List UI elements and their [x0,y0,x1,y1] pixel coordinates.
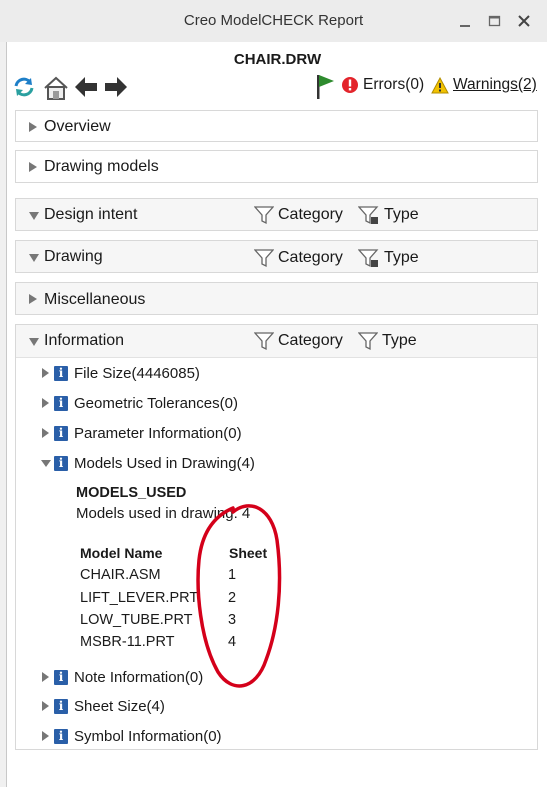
close-button[interactable] [511,8,537,34]
back-arrow-icon[interactable] [73,74,99,105]
expand-down-icon [29,338,39,346]
model-name-cell: LIFT_LEVER.PRT [80,590,199,606]
minimize-button[interactable] [452,8,478,34]
information-header[interactable]: Information Category Type [16,325,537,358]
flag-icon[interactable] [313,72,337,105]
refresh-icon[interactable] [11,74,37,105]
sheet-cell: 3 [228,612,237,628]
tree-item-label: Models Used in Drawing(4) [74,454,255,472]
design-intent-section[interactable]: Design intent Category Type [15,198,538,231]
tree-item-note-information[interactable]: i Note Information(0) [40,666,203,688]
type-filter[interactable]: Type [358,205,419,225]
models-used-title: MODELS_USED [76,485,187,501]
expand-down-icon [41,460,51,467]
sheet-cell: 1 [228,567,237,583]
report-window: CHAIR.DRW Errors(0) Warnings(2) Overview… [6,42,547,787]
tree-item-parameter-information[interactable]: i Parameter Information(0) [40,422,242,444]
expand-right-icon [29,294,37,304]
type-label: Type [384,249,419,266]
filter-type-icon [358,249,379,268]
warning-icon [431,76,449,93]
column-header-sheet: Sheet [229,545,268,561]
overview-label: Overview [44,118,111,135]
info-icon: i [54,365,68,381]
tree-item-label: Parameter Information(0) [74,424,242,442]
expand-right-icon [42,672,49,682]
error-icon [342,77,358,93]
tree-item-label: Note Information(0) [74,668,204,686]
category-label: Category [278,332,343,349]
sheet-cell: 2 [228,590,237,606]
miscellaneous-section[interactable]: Miscellaneous [15,282,538,315]
info-icon: i [54,728,68,744]
category-filter[interactable]: Category [254,248,343,268]
drawing-section[interactable]: Drawing Category Type [15,240,538,273]
window-titlebar: Creo ModelCHECK Report [0,0,547,42]
home-icon[interactable] [42,74,70,107]
expand-right-icon [42,731,49,741]
tree-item-symbol-information[interactable]: i Symbol Information(0) [40,725,222,747]
drawing-models-label: Drawing models [44,158,159,175]
filter-icon [254,332,274,351]
type-label: Type [382,332,417,349]
info-icon: i [54,698,68,714]
type-filter[interactable]: Type [358,248,419,268]
drawing-label: Drawing [44,248,103,265]
model-name-cell: CHAIR.ASM [80,567,161,583]
info-icon: i [54,669,68,685]
expand-right-icon [29,162,37,172]
tree-item-label: File Size(4446085) [74,364,200,382]
category-label: Category [278,249,343,266]
expand-right-icon [42,701,49,711]
sheet-cell: 4 [228,634,237,650]
miscellaneous-label: Miscellaneous [44,291,146,308]
errors-status[interactable]: Errors(0) [341,76,424,94]
column-header-model-name: Model Name [80,545,163,561]
expand-right-icon [42,428,49,438]
info-icon: i [54,455,68,471]
minimize-icon [460,25,470,27]
tree-item-label: Geometric Tolerances(0) [74,394,238,412]
maximize-icon [488,15,501,27]
errors-label: Errors(0) [363,76,425,93]
warnings-link[interactable]: Warnings(2) [431,76,537,94]
drawing-models-section[interactable]: Drawing models [15,150,538,183]
overview-section[interactable]: Overview [15,110,538,142]
expand-right-icon [42,368,49,378]
information-label: Information [44,332,125,349]
filter-icon [254,249,274,268]
filter-icon [254,206,274,225]
type-filter[interactable]: Type [358,331,417,351]
category-filter[interactable]: Category [254,205,343,225]
expand-right-icon [29,122,37,132]
category-label: Category [278,206,343,223]
expand-right-icon [42,398,49,408]
forward-arrow-icon[interactable] [103,74,129,105]
expand-down-icon [29,254,39,262]
tree-item-label: Symbol Information(0) [74,727,222,745]
warnings-label: Warnings(2) [453,76,537,93]
design-intent-label: Design intent [44,206,138,223]
info-icon: i [54,425,68,441]
maximize-button[interactable] [481,8,507,34]
info-icon: i [54,395,68,411]
filter-icon [358,332,378,351]
model-name-cell: LOW_TUBE.PRT [80,612,193,628]
tree-item-label: Sheet Size(4) [74,697,165,715]
tree-item-sheet-size[interactable]: i Sheet Size(4) [40,695,165,717]
information-section: Information Category Type i File Size(44… [15,324,538,750]
category-filter[interactable]: Category [254,331,343,351]
expand-down-icon [29,212,39,220]
filter-type-icon [358,206,379,225]
close-icon [518,15,530,27]
models-used-description: Models used in drawing: 4 [76,505,251,522]
report-filename: CHAIR.DRW [233,51,322,68]
tree-item-file-size[interactable]: i File Size(4446085) [40,362,200,384]
tree-item-geometric-tolerances[interactable]: i Geometric Tolerances(0) [40,392,238,414]
model-name-cell: MSBR-11.PRT [80,634,175,650]
type-label: Type [384,206,419,223]
tree-item-models-used[interactable]: i Models Used in Drawing(4) [40,452,255,474]
